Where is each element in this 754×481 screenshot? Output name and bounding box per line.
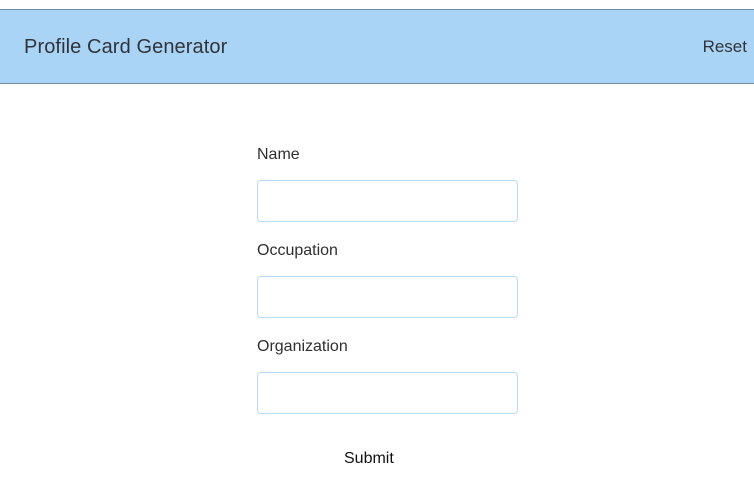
reset-button[interactable]: Reset [703,37,747,57]
window-top-edge [0,0,754,9]
organization-input[interactable] [257,372,518,414]
name-label: Name [257,146,300,163]
occupation-label: Occupation [257,242,338,259]
profile-form: Name Occupation Organization [257,145,518,433]
app-header: Profile Card Generator Reset [0,9,754,84]
name-input[interactable] [257,180,518,222]
submit-button[interactable]: Submit [344,449,394,469]
occupation-input[interactable] [257,276,518,318]
organization-label: Organization [257,338,348,355]
app-title: Profile Card Generator [24,36,228,58]
